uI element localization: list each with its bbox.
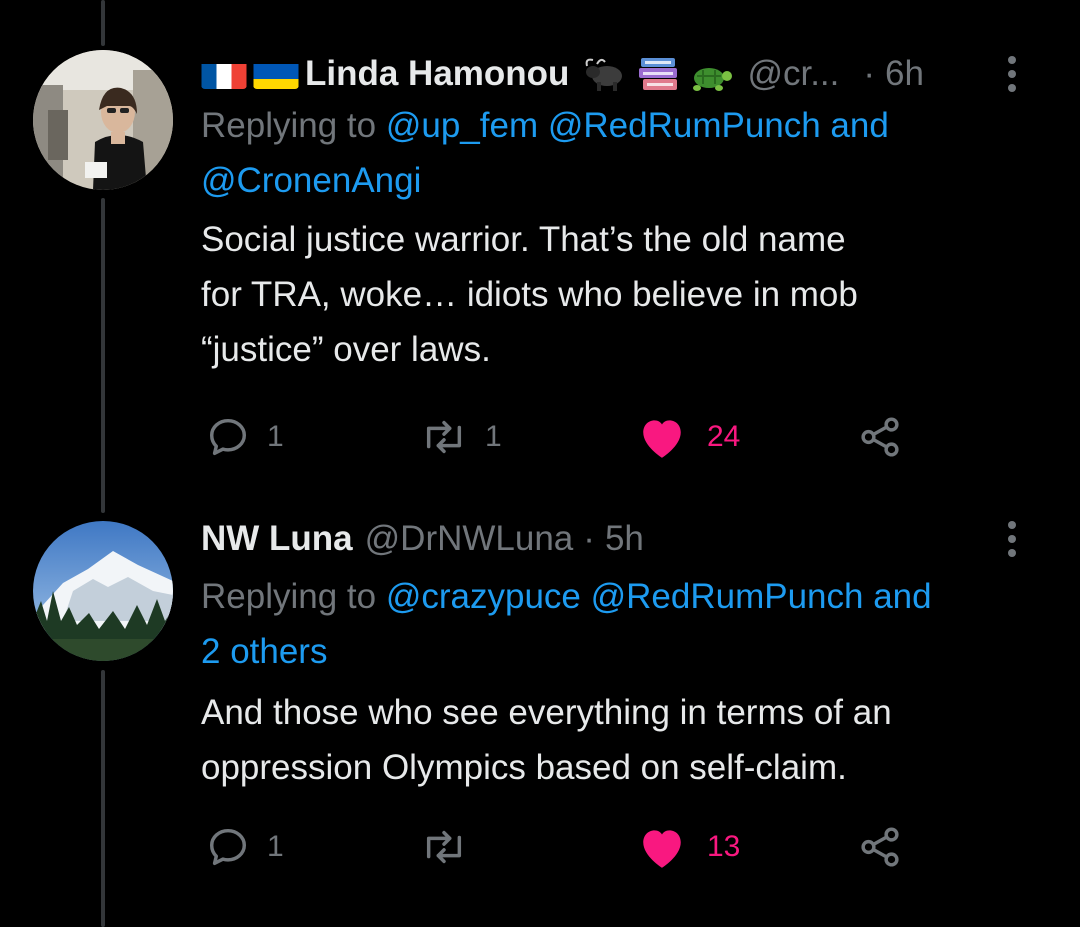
- retweet-button[interactable]: [419, 823, 485, 871]
- tweet-text-line: “justice” over laws.: [201, 330, 491, 369]
- water-buffalo-icon: [583, 54, 631, 94]
- avatar-nw-luna[interactable]: [33, 521, 173, 661]
- tweet-header: NW Luna @DrNWLuna · 5h: [201, 515, 1050, 563]
- display-name[interactable]: NW Luna: [201, 515, 353, 563]
- books-icon: [635, 54, 683, 94]
- user-handle[interactable]: @cr...: [747, 50, 839, 98]
- tweet-text: And those who see everything in terms of…: [201, 685, 1050, 795]
- tweet-time[interactable]: 5h: [605, 515, 644, 563]
- retweet-count: 1: [485, 420, 502, 453]
- replying-to-others-link[interactable]: 2 others: [201, 632, 327, 671]
- retweet-icon: [426, 420, 462, 454]
- tweet-text-line: And those who see everything in terms of…: [201, 693, 892, 732]
- tweet-time[interactable]: 6h: [885, 50, 924, 98]
- separator-dot: ·: [583, 519, 595, 558]
- tweet-header: Linda Hamonou @cr... · 6h: [201, 50, 1050, 98]
- tweet-nw-luna[interactable]: NW Luna @DrNWLuna · 5h Replying to @craz…: [0, 500, 1080, 927]
- reply-count: 1: [267, 830, 284, 863]
- tweet-actions: 1 1 24: [201, 413, 921, 461]
- replying-to-prefix: Replying to: [201, 106, 377, 145]
- share-icon: [861, 827, 899, 867]
- like-button[interactable]: 13: [637, 823, 740, 871]
- more-options-icon[interactable]: [1006, 56, 1018, 92]
- turtle-icon: [687, 54, 735, 94]
- replying-to-mentions[interactable]: @crazypuce @RedRumPunch and: [386, 577, 932, 616]
- replying-to-mentions[interactable]: @up_fem @RedRumPunch and: [386, 106, 889, 145]
- more-options-icon[interactable]: [1006, 521, 1018, 557]
- reply-icon: [209, 418, 247, 456]
- france-flag-icon: [201, 59, 247, 89]
- replying-to-prefix: Replying to: [201, 577, 377, 616]
- replying-to: Replying to @up_fem @RedRumPunch and @Cr…: [201, 98, 1050, 208]
- user-handle[interactable]: @DrNWLuna: [365, 515, 574, 563]
- tweet-text-line: Social justice warrior. That’s the old n…: [201, 220, 846, 259]
- retweet-button[interactable]: 1: [419, 413, 502, 461]
- separator-dot: ·: [863, 54, 876, 93]
- heart-filled-icon: [643, 420, 681, 458]
- retweet-icon: [426, 830, 462, 864]
- reply-button[interactable]: 1: [205, 413, 284, 461]
- share-button[interactable]: [857, 823, 903, 871]
- like-button[interactable]: 24: [637, 413, 740, 461]
- reply-button[interactable]: 1: [205, 823, 284, 871]
- avatar-linda-hamonou[interactable]: [33, 50, 173, 190]
- share-icon: [861, 417, 899, 457]
- tweet-text: Social justice warrior. That’s the old n…: [201, 212, 1050, 377]
- tweet-text-line: for TRA, woke… idiots who believe in mob: [201, 275, 858, 314]
- tweet-text-line: oppression Olympics based on self-claim.: [201, 748, 847, 787]
- replying-to-mentions-more[interactable]: @CronenAngi: [201, 161, 421, 200]
- reply-count: 1: [267, 420, 284, 453]
- reply-icon: [209, 828, 247, 866]
- like-count: 24: [707, 420, 741, 453]
- heart-filled-icon: [643, 830, 681, 868]
- replying-to: Replying to @crazypuce @RedRumPunch and …: [201, 569, 1050, 679]
- display-name[interactable]: Linda Hamonou: [305, 50, 569, 98]
- ukraine-flag-icon: [253, 59, 299, 89]
- share-button[interactable]: [857, 413, 903, 461]
- tweet-actions: 1 13: [201, 823, 921, 871]
- tweet-linda-hamonou[interactable]: Linda Hamonou @cr... · 6h Replying to @u…: [0, 0, 1080, 500]
- like-count: 13: [707, 830, 741, 863]
